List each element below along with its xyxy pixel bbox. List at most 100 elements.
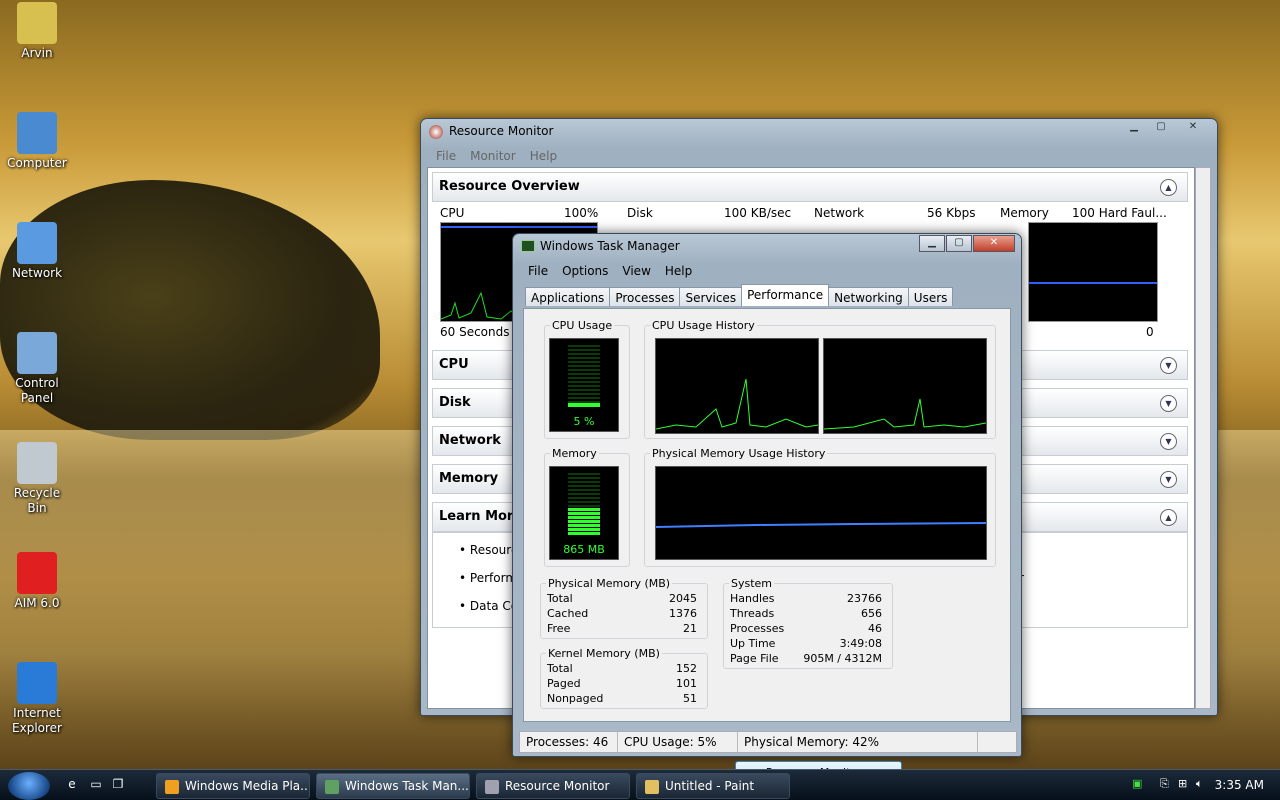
stat-label: Free: [547, 622, 571, 635]
cpu-usage-bars: [568, 345, 600, 407]
taskbar: e ▭ ❐ Windows Media Pla... Windows Task M…: [0, 769, 1280, 800]
tab-networking[interactable]: Networking: [828, 287, 909, 306]
desktop-icon-label: Control Panel: [15, 376, 59, 405]
desktop-icon[interactable]: Computer: [4, 112, 70, 171]
taskbar-button-label: Resource Monitor: [505, 779, 610, 793]
resource-monitor-app-icon: [429, 125, 443, 139]
menu-monitor[interactable]: Monitor: [463, 149, 523, 163]
network-graph-label: Network: [814, 206, 865, 220]
internet-explorer-quicklaunch-icon[interactable]: e: [64, 777, 80, 793]
maximize-button[interactable]: ▢: [1148, 120, 1174, 137]
collapse-icon[interactable]: ▲: [1160, 509, 1177, 526]
control-panel-icon: [17, 332, 57, 374]
cpu-history-graph-core1: [655, 338, 819, 434]
menu-options[interactable]: Options: [555, 264, 615, 278]
desktop-icon-label: Recycle Bin: [13, 486, 61, 515]
expand-icon[interactable]: ▼: [1160, 395, 1177, 412]
memory-graph-label: Memory: [1000, 206, 1049, 220]
taskbar-button-label: Untitled - Paint: [665, 779, 755, 793]
network-tray-icon[interactable]: ⊞: [1178, 777, 1192, 791]
learn-more-link[interactable]: • Resourc: [459, 543, 518, 557]
menu-file[interactable]: File: [429, 149, 463, 163]
vertical-scrollbar[interactable]: [1195, 167, 1211, 709]
desktop-icon[interactable]: Network: [4, 222, 70, 281]
desktop-icon[interactable]: Arvin: [4, 2, 70, 61]
section-label: CPU: [439, 357, 469, 372]
menu-view[interactable]: View: [615, 264, 657, 278]
cpu-graph-scale: 100%: [564, 206, 599, 220]
expand-icon[interactable]: ▼: [1160, 433, 1177, 450]
desktop-icon[interactable]: AIM 6.0: [4, 552, 70, 611]
taskbar-resource-monitor[interactable]: Resource Monitor: [476, 773, 630, 799]
tray-icon[interactable]: ▣: [1132, 777, 1146, 791]
stat-label: Threads: [730, 607, 775, 620]
window-title: Resource Monitor: [449, 124, 554, 138]
stat-value: 51: [683, 692, 697, 705]
maximize-button[interactable]: ▢: [946, 235, 972, 252]
cpu-graph-footer: 60 Seconds: [440, 325, 510, 339]
start-button[interactable]: [8, 772, 50, 800]
desktop-icon[interactable]: Control Panel: [4, 332, 70, 406]
stat-row: Paged 101: [547, 677, 697, 690]
menu-help[interactable]: Help: [658, 264, 699, 278]
learn-more-link[interactable]: • Data Co: [459, 599, 518, 613]
tab-strip: Applications Processes Services Performa…: [525, 284, 954, 306]
stat-value: 101: [676, 677, 697, 690]
taskbar-app-icon: [165, 780, 179, 794]
system-group: System Handles 23766 Threads 656 Processes 46…: [723, 577, 893, 669]
desktop-icon[interactable]: Internet Explorer: [4, 662, 70, 736]
menu-help[interactable]: Help: [523, 149, 564, 163]
tab-processes[interactable]: Processes: [609, 287, 681, 306]
minimize-button[interactable]: ▁: [919, 235, 945, 252]
tab-performance[interactable]: Performance: [741, 284, 830, 306]
group-label: System: [729, 577, 775, 590]
tab-applications[interactable]: Applications: [525, 287, 611, 306]
menu-bar: File Monitor Help: [429, 149, 564, 163]
desktop-icon[interactable]: Recycle Bin: [4, 442, 70, 516]
taskbar-task-manager[interactable]: Windows Task Man...: [316, 773, 470, 799]
tray-icon[interactable]: ⎘: [1160, 777, 1174, 791]
close-button[interactable]: ✕: [973, 235, 1015, 252]
stat-label: Page File: [730, 652, 779, 665]
expand-icon[interactable]: ▼: [1160, 471, 1177, 488]
section-label: Disk: [439, 395, 471, 410]
stat-row: Total 152: [547, 662, 697, 675]
tab-services[interactable]: Services: [679, 287, 743, 306]
disk-graph-scale: 100 KB/sec: [724, 206, 792, 220]
taskbar-app-icon: [485, 780, 499, 794]
memory-value: 865 MB: [563, 543, 605, 556]
stat-label: Processes: [730, 622, 785, 635]
cpu-usage-group: CPU Usage 5 %: [544, 319, 630, 439]
stat-row: Nonpaged 51: [547, 692, 697, 705]
volume-icon[interactable]: 🔈︎: [1196, 777, 1210, 791]
user-folder-icon: [17, 2, 57, 44]
physical-memory-group: Physical Memory (MB) Total 2045 Cached 1376…: [540, 577, 708, 639]
memory-fill: [568, 507, 600, 535]
tab-users[interactable]: Users: [907, 287, 954, 306]
task-manager-window: Windows Task Manager ▁ ▢ ✕ File Options …: [512, 233, 1022, 783]
minimize-button[interactable]: ▁: [1121, 120, 1147, 137]
stat-value: 21: [683, 622, 697, 635]
stat-label: Handles: [730, 592, 775, 605]
stat-row: Handles 23766: [730, 592, 882, 605]
switch-windows-icon[interactable]: ❐: [110, 777, 126, 793]
section-label: Memory: [439, 471, 499, 486]
cpu-graph-label: CPU: [440, 206, 465, 220]
cpu-history-graph-core2: [823, 338, 987, 434]
stat-value: 656: [861, 607, 882, 620]
show-desktop-icon[interactable]: ▭: [88, 777, 104, 793]
stat-row: Total 2045: [547, 592, 697, 605]
menu-file[interactable]: File: [521, 264, 555, 278]
taskbar-media-player[interactable]: Windows Media Pla...: [156, 773, 310, 799]
clock[interactable]: 3:35 AM: [1215, 778, 1264, 792]
collapse-icon[interactable]: ▲: [1160, 179, 1177, 196]
stat-row: Processes 46: [730, 622, 882, 635]
close-button[interactable]: ✕: [1175, 120, 1211, 137]
desktop-icon-label: Network: [11, 266, 63, 280]
section-resource-overview[interactable]: Resource Overview ▲: [432, 172, 1188, 202]
window-title: Windows Task Manager: [540, 239, 680, 253]
cpu-usage-value: 5 %: [573, 415, 595, 428]
expand-icon[interactable]: ▼: [1160, 357, 1177, 374]
taskbar-paint[interactable]: Untitled - Paint: [636, 773, 790, 799]
stat-value: 1376: [669, 607, 697, 620]
